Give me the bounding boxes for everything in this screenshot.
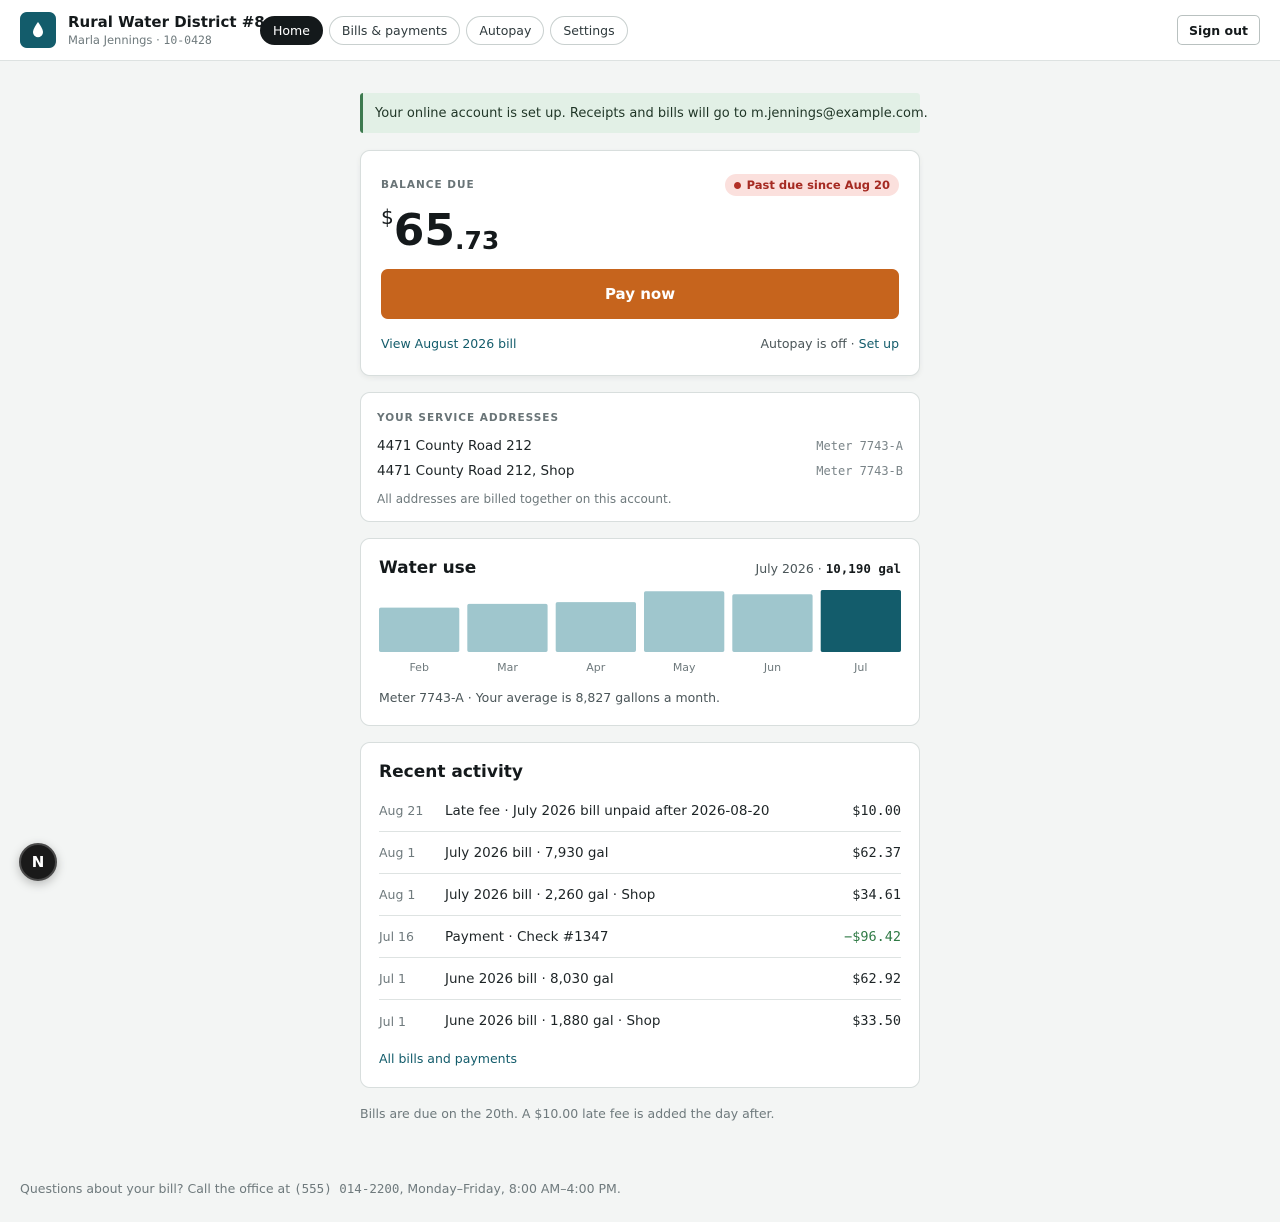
balance-amount: $ 65 .73 [381,205,499,255]
past-due-badge: Past due since Aug 20 [724,174,899,196]
balance-dollars: 65 [393,205,455,256]
activity-date: Aug 1 [379,887,416,902]
activity-amount: $62.92 [852,970,901,987]
recent-activity-card: Recent activity Aug 21 Late fee · July 2… [360,742,920,1088]
all-bills-link[interactable]: All bills and payments [379,1051,517,1066]
address-text: 4471 County Road 212, Shop [377,463,575,479]
autopay-status-text: Autopay is off · [760,336,855,351]
top-bar: Rural Water District #8 Marla Jennings ·… [0,0,1280,61]
balance-cents: .73 [454,226,500,255]
activity-amount: $10.00 [852,802,901,819]
sign-out-button[interactable]: Sign out [1177,15,1260,45]
meter-id: Meter 7743-B [816,464,903,478]
usage-bar-jun [732,594,813,652]
water-use-summary: July 2026 · 10,190 gal [756,561,901,576]
water-use-card: Water use July 2026 · 10,190 gal Feb Mar A… [360,538,920,726]
usage-bar-jul [820,590,901,652]
month-label-jul: Jul [853,661,867,674]
activity-date: Aug 21 [379,803,424,818]
nav-bills-payments[interactable]: Bills & payments [328,16,461,45]
month-label-apr: Apr [586,661,606,674]
currency-symbol: $ [381,205,394,229]
month-label-feb: Feb [409,661,428,674]
water-use-period: July 2026 · [755,561,822,576]
account-info: Marla Jennings · 10-0428 [68,33,212,47]
activity-date: Aug 1 [379,845,416,860]
activity-row[interactable]: Jul 16 Payment · Check #1347 −$96.42 [379,916,901,958]
view-bill-link[interactable]: View August 2026 bill [381,336,517,351]
pay-now-button[interactable]: Pay now [381,269,899,319]
activity-description: July 2026 bill · 2,260 gal · Shop [445,886,656,903]
due-date-note: Bills are due on the 20th. A $10.00 late… [360,1106,775,1121]
activity-description: Late fee · July 2026 bill unpaid after 2… [445,802,770,819]
activity-description: June 2026 bill · 8,030 gal [445,970,614,987]
address-row: 4471 County Road 212, Shop Meter 7743-B [377,461,903,481]
balance-card: BALANCE DUE Past due since Aug 20 $ 65 .… [360,150,920,376]
nav-autopay[interactable]: Autopay [466,16,545,45]
activity-row[interactable]: Aug 21 Late fee · July 2026 bill unpaid … [379,790,901,832]
usage-bar-mar [467,603,548,652]
usage-bar-feb [379,607,460,652]
balance-label: BALANCE DUE [381,179,475,191]
activity-row[interactable]: Jul 1 June 2026 bill · 1,880 gal · Shop … [379,1000,901,1042]
office-phone: (555) 014-2200 [294,1181,400,1196]
activity-date: Jul 1 [379,1013,407,1029]
activity-row[interactable]: Aug 1 July 2026 bill · 2,260 gal · Shop … [379,874,901,916]
recent-activity-title: Recent activity [379,762,523,782]
month-label-mar: Mar [497,661,518,674]
autopay-status: Autopay is off · Set up [761,336,900,351]
address-text: 4471 County Road 212 [377,438,532,454]
footer-text: Questions about your bill? Call the offi… [20,1181,291,1196]
activity-date: Jul 16 [379,929,414,944]
setup-notice: Your online account is set up. Receipts … [360,93,928,133]
activity-row[interactable]: Aug 1 July 2026 bill · 7,930 gal $62.37 [379,832,901,874]
water-use-title: Water use [379,558,477,578]
nav-settings[interactable]: Settings [550,16,628,45]
address-row: 4471 County Road 212 Meter 7743-A [377,436,903,456]
addresses-label: YOUR SERVICE ADDRESSES [377,412,560,424]
activity-amount: $33.50 [852,1013,901,1029]
account-holder: Marla Jennings [68,33,153,47]
activity-amount: −$96.42 [844,928,901,945]
activity-description: July 2026 bill · 7,930 gal [445,844,609,861]
footer-contact: Questions about your bill? Call the offi… [20,1181,621,1196]
status-dot-icon [733,181,741,189]
usage-bar-apr [555,602,636,652]
main-nav: Home Bills & payments Autopay Settings [260,16,628,45]
meter-id: Meter 7743-A [816,439,903,453]
activity-date: Jul 1 [379,971,407,986]
activity-description: June 2026 bill · 1,880 gal · Shop [445,1013,661,1029]
addresses-note: All addresses are billed together on thi… [377,492,672,506]
month-label-may: May [673,661,696,674]
footer-hours: , Monday–Friday, 8:00 AM–4:00 PM. [399,1181,621,1196]
activity-description: Payment · Check #1347 [445,928,609,945]
activity-amount: $62.37 [852,844,901,861]
water-use-chart: Feb Mar Apr May Jun Jul [379,590,901,674]
water-use-note: Meter 7743-A · Your average is 8,827 gal… [379,690,720,705]
usage-bar-may [644,591,725,652]
main-column: Your online account is set up. Receipts … [360,93,928,1088]
account-number: 10-0428 [163,33,212,47]
service-addresses-card: YOUR SERVICE ADDRESSES 4471 County Road … [360,392,920,522]
nav-home[interactable]: Home [260,16,323,45]
water-drop-icon [20,12,56,48]
district-name: Rural Water District #8 [68,13,265,31]
floating-n-button[interactable]: N [19,843,57,881]
activity-amount: $34.61 [852,886,901,903]
water-use-total: 10,190 gal [825,561,901,576]
activity-row[interactable]: Jul 1 June 2026 bill · 8,030 gal $62.92 [379,958,901,1000]
past-due-text: Past due since Aug 20 [746,178,890,192]
autopay-setup-link[interactable]: Set up [859,336,899,351]
activity-list: Aug 21 Late fee · July 2026 bill unpaid … [379,790,901,1042]
month-label-jun: Jun [763,661,781,674]
